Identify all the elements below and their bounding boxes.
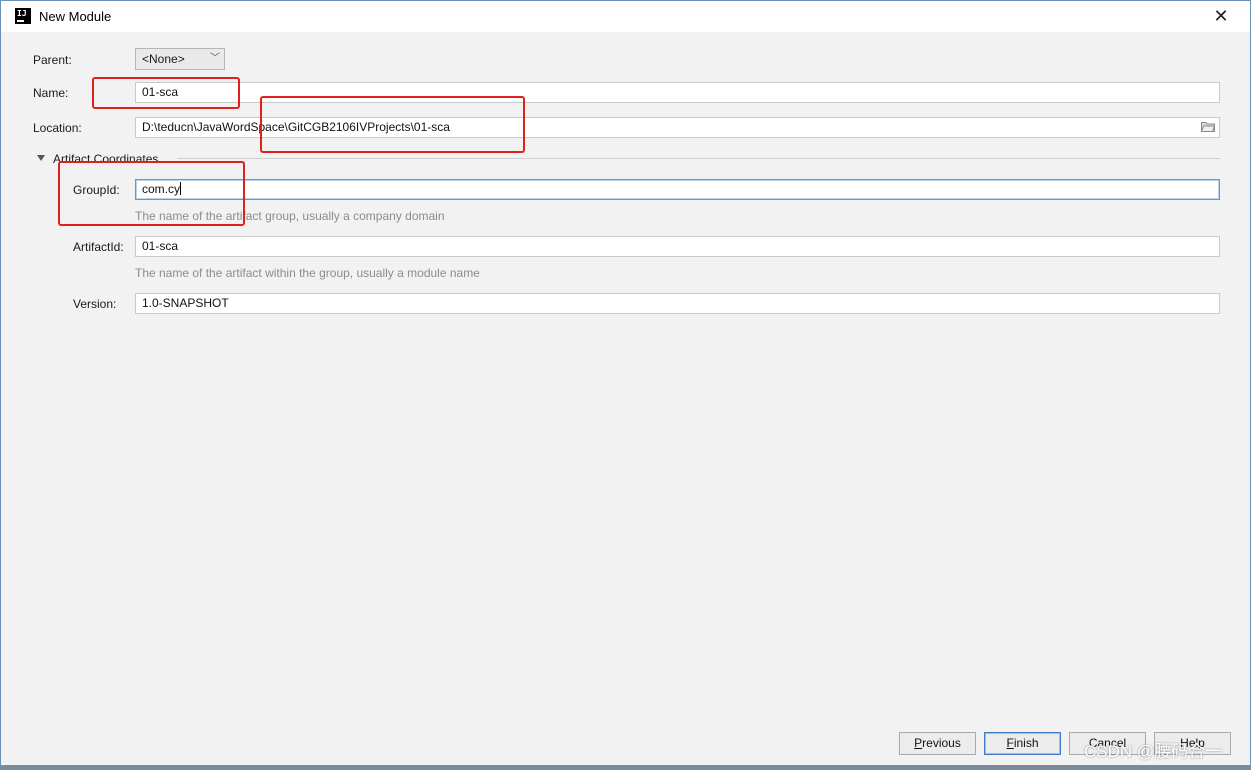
artifactid-hint: The name of the artifact within the grou…	[135, 266, 480, 280]
groupid-field[interactable]: com.cy	[135, 179, 1220, 200]
finish-button[interactable]: Finish	[984, 732, 1061, 755]
highlight-box-groupid	[58, 161, 245, 226]
name-label: Name:	[33, 86, 69, 100]
parent-dropdown[interactable]: <None> ﹀	[135, 48, 225, 70]
artifactid-field[interactable]: 01-sca	[135, 236, 1220, 257]
parent-dropdown-value: <None>	[142, 52, 185, 66]
artifactid-field-value: 01-sca	[142, 239, 179, 253]
parent-label: Parent:	[33, 53, 72, 67]
title-bar: IJ New Module ✕	[1, 1, 1250, 32]
version-field-value: 1.0-SNAPSHOT	[142, 296, 229, 310]
location-label: Location:	[33, 121, 82, 135]
chevron-down-icon: ﹀	[210, 53, 220, 64]
folder-browse-icon[interactable]	[1201, 121, 1215, 132]
collapse-arrow-icon[interactable]	[37, 155, 45, 161]
intellij-app-icon: IJ	[15, 8, 31, 24]
version-field[interactable]: 1.0-SNAPSHOT	[135, 293, 1220, 314]
csdn-watermark: CSDN @腰码合一	[1084, 742, 1223, 761]
section-divider	[177, 158, 1220, 159]
previous-button[interactable]: Previous	[899, 732, 976, 755]
close-icon[interactable]: ✕	[1207, 3, 1235, 29]
highlight-box-name	[92, 77, 240, 109]
new-module-dialog: IJ New Module ✕ Parent: <None> ﹀ Name: 0…	[0, 0, 1251, 766]
highlight-box-location	[260, 96, 525, 153]
artifactid-label: ArtifactId:	[73, 240, 124, 254]
dialog-title: New Module	[39, 9, 112, 24]
version-label: Version:	[73, 297, 117, 311]
